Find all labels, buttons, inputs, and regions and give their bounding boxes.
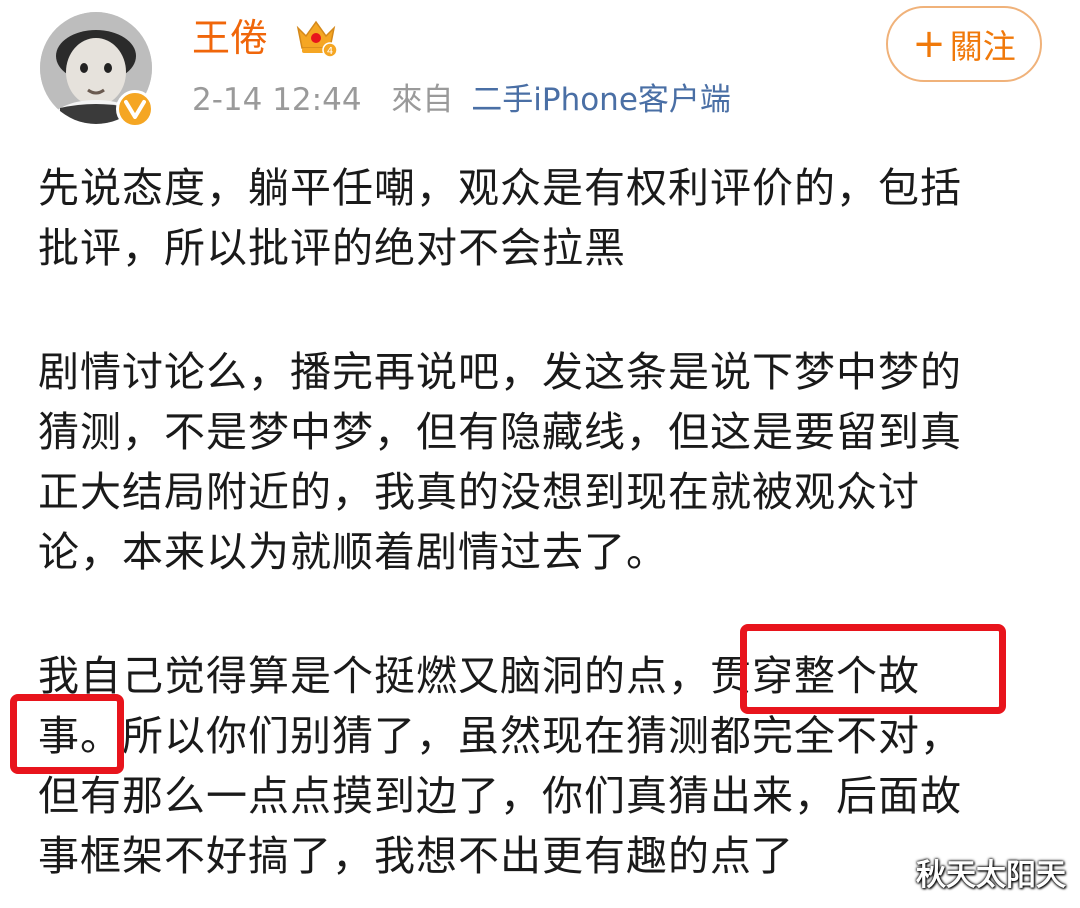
watermark-text: 秋天太阳天 <box>916 858 1066 893</box>
svg-text:4: 4 <box>327 46 333 57</box>
plus-icon: + <box>912 21 946 67</box>
post-line: 正大结局附近的，我真的没想到现在就被观众讨 <box>38 468 920 516</box>
post-line: 事框架不好搞了，我想不出更有趣的点了 <box>38 832 794 880</box>
post-line: 剧情讨论么，播完再说吧，发这条是说下梦中梦的 <box>38 348 962 396</box>
post-line: 我自己觉得算是个挺燃又脑洞的点，贯穿整个故 <box>38 652 920 700</box>
crown-icon: 4 <box>294 14 338 58</box>
follow-button[interactable]: + 關注 <box>886 6 1042 82</box>
post-from-label: 來自 <box>391 82 454 118</box>
post-paragraph-3: 我自己觉得算是个挺燃又脑洞的点，贯穿整个故 事。所以你们别猜了，虽然现在猜测都完… <box>38 646 1048 886</box>
post-line: 论，本来以为就顺着剧情过去了。 <box>38 528 668 576</box>
post-paragraph-1: 先说态度，躺平任嘲，观众是有权利评价的，包括 批评，所以批评的绝对不会拉黑 <box>38 158 1048 278</box>
follow-button-label: 關注 <box>949 27 1016 66</box>
author-avatar[interactable] <box>40 12 154 128</box>
post-line: 先说态度，躺平任嘲，观众是有权利评价的，包括 <box>38 164 962 212</box>
post-line: 猜测，不是梦中梦，但有隐藏线，但这是要留到真 <box>38 408 962 456</box>
post-line: 事。所以你们别猜了，虽然现在猜测都完全不对， <box>38 712 962 760</box>
weibo-post-screenshot: 王倦 4 2-14 12:44 來自 二手iPhone客户端 + 關注 先说态度… <box>0 0 1080 908</box>
post-meta: 2-14 12:44 來自 二手iPhone客户端 <box>192 78 731 122</box>
author-name[interactable]: 王倦 <box>192 14 268 62</box>
post-time: 2-14 12:44 <box>192 82 362 118</box>
post-content: 先说态度，躺平任嘲，观众是有权利评价的，包括 批评，所以批评的绝对不会拉黑 剧情… <box>38 158 1048 886</box>
post-source-link[interactable]: 二手iPhone客户端 <box>471 82 731 118</box>
post-line: 批评，所以批评的绝对不会拉黑 <box>38 224 626 272</box>
verified-v-badge-icon <box>116 90 154 128</box>
post-line: 但有那么一点点摸到边了，你们真猜出来，后面故 <box>38 772 962 820</box>
post-paragraph-2: 剧情讨论么，播完再说吧，发这条是说下梦中梦的 猜测，不是梦中梦，但有隐藏线，但这… <box>38 342 1048 582</box>
